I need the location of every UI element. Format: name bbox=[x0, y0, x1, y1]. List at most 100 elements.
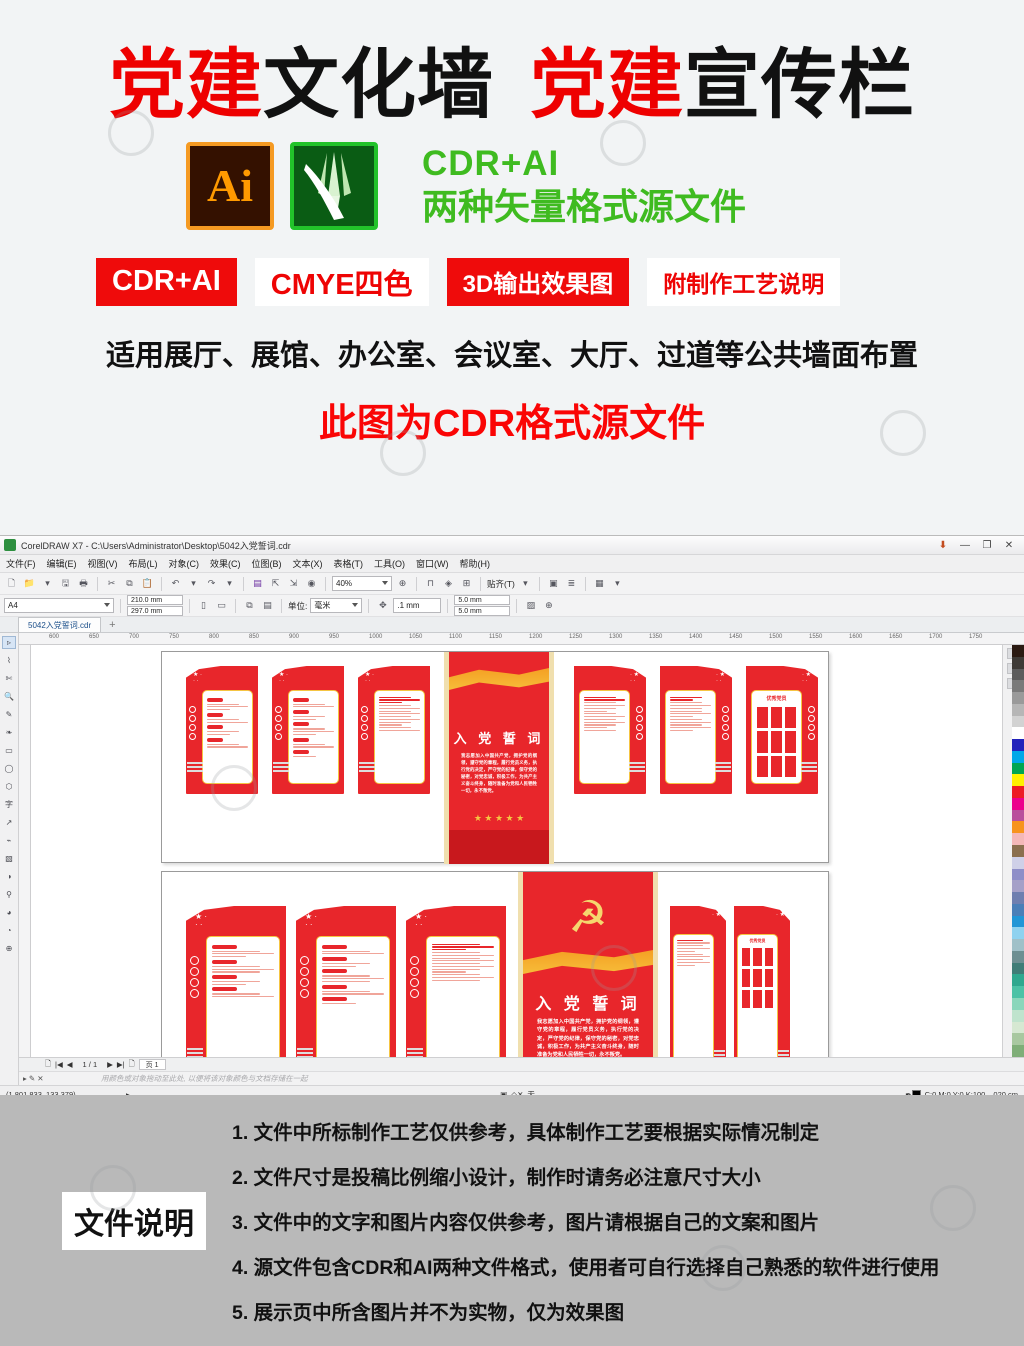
photo-cell[interactable] bbox=[764, 969, 773, 987]
menu-item-edit[interactable]: 编辑(E) bbox=[47, 557, 77, 570]
info-board-left-2[interactable]: ★ · · · bbox=[272, 666, 344, 794]
tool-ellipse-tool[interactable]: ◯ bbox=[2, 762, 16, 775]
info-board-outstanding-members[interactable]: · ★ · · 优秀党员 bbox=[746, 666, 818, 794]
duplicate-offset-x-field[interactable]: 5.0 mm bbox=[454, 595, 511, 605]
tool-polygon-tool[interactable]: ⬡ bbox=[2, 780, 16, 793]
swatch[interactable] bbox=[1012, 703, 1024, 716]
tool-color-eyedropper-tool[interactable]: ⚲ bbox=[2, 888, 16, 901]
import-icon[interactable]: ▤ bbox=[250, 576, 265, 591]
menu-item-window[interactable]: 窗口(W) bbox=[416, 557, 449, 570]
swatch[interactable] bbox=[1012, 774, 1024, 787]
info-board-right-1[interactable]: · ★ · · bbox=[574, 666, 646, 794]
swatch[interactable] bbox=[1012, 750, 1024, 763]
export-icon[interactable]: ⇱ bbox=[268, 576, 283, 591]
swatch[interactable] bbox=[1012, 786, 1024, 798]
photo-cell[interactable] bbox=[757, 755, 768, 777]
swatch[interactable] bbox=[1012, 892, 1024, 904]
color-palette[interactable] bbox=[1012, 645, 1024, 1057]
swatch[interactable] bbox=[1012, 986, 1024, 998]
photo-cell[interactable] bbox=[785, 707, 796, 729]
object-manager-icon[interactable]: ≣ bbox=[564, 576, 579, 591]
nudge-field[interactable]: .1 mm bbox=[393, 598, 442, 613]
show-rulers-icon[interactable]: ⊓ bbox=[423, 576, 438, 591]
swatch[interactable] bbox=[1012, 1021, 1024, 1034]
info-board-left-1-zoom[interactable]: ★ · · · bbox=[186, 906, 286, 1057]
tool-connector-tool[interactable]: ⌁ bbox=[2, 834, 16, 847]
swatch[interactable] bbox=[1012, 797, 1024, 810]
menu-item-layout[interactable]: 布局(L) bbox=[129, 557, 158, 570]
duplicate-offset-y-field[interactable]: 5.0 mm bbox=[454, 606, 511, 616]
cut-icon[interactable]: ✂ bbox=[104, 576, 119, 591]
show-guidelines-icon[interactable]: ⊞ bbox=[459, 576, 474, 591]
tool-smart-fill-tool[interactable]: ◔ bbox=[2, 924, 16, 937]
info-board-right-2-zoom[interactable]: · ★ 优秀党员 bbox=[734, 906, 790, 1057]
swatch[interactable] bbox=[1012, 845, 1024, 857]
artboard-page-bottom[interactable]: ★ · · · ★ · · · ★ · · · ☭ 入 党 誓 词 我志愿加入中… bbox=[161, 871, 829, 1057]
info-board-left-3[interactable]: ★ · · · bbox=[358, 666, 430, 794]
open-icon[interactable]: 📁 bbox=[22, 576, 37, 591]
swatch[interactable] bbox=[1012, 868, 1024, 881]
photo-cell[interactable] bbox=[757, 707, 768, 729]
chevron-down-icon[interactable]: ▾ bbox=[186, 576, 201, 591]
swatch[interactable] bbox=[1012, 739, 1024, 751]
drawing-canvas[interactable]: ★ · · · ★ · · · ★ · · · 入 党 誓 词 我志愿加入中国共… bbox=[31, 645, 1002, 1057]
copy-icon[interactable]: ⧉ bbox=[122, 576, 137, 591]
swatch[interactable] bbox=[1012, 645, 1024, 657]
fullscreen-preview-icon[interactable]: ⊕ bbox=[395, 576, 410, 591]
swatch[interactable] bbox=[1012, 880, 1024, 893]
photo-cell[interactable] bbox=[771, 707, 782, 729]
paste-icon[interactable]: 📋 bbox=[140, 576, 155, 591]
redo-icon[interactable]: ↷ bbox=[204, 576, 219, 591]
next-page-button[interactable]: ▶ bbox=[107, 1060, 113, 1069]
chevron-down-icon[interactable]: ▾ bbox=[610, 576, 625, 591]
swatch[interactable] bbox=[1012, 727, 1024, 740]
swatch[interactable] bbox=[1012, 1045, 1024, 1057]
swatch[interactable] bbox=[1012, 821, 1024, 834]
photo-cell[interactable] bbox=[742, 990, 751, 1008]
oath-panel-top[interactable]: 入 党 誓 词 我志愿加入中国共产党，拥护党的纲领，遵守党的章程，履行党员义务，… bbox=[444, 652, 554, 864]
photo-cell[interactable] bbox=[764, 948, 773, 966]
application-launcher-icon[interactable]: ▦ bbox=[592, 576, 607, 591]
photo-cell[interactable] bbox=[753, 969, 762, 987]
prev-page-button[interactable]: ◀ bbox=[67, 1060, 73, 1069]
swatch[interactable] bbox=[1012, 939, 1024, 951]
tool-crop-tool[interactable]: ✄ bbox=[2, 672, 16, 685]
publish-pdf-icon[interactable]: ◉ bbox=[304, 576, 319, 591]
swatch[interactable] bbox=[1012, 656, 1024, 669]
last-page-button[interactable]: ▶| bbox=[117, 1060, 125, 1069]
swatch[interactable] bbox=[1012, 809, 1024, 822]
photo-cell[interactable] bbox=[771, 731, 782, 753]
menu-item-file[interactable]: 文件(F) bbox=[6, 557, 36, 570]
photo-cell[interactable] bbox=[757, 731, 768, 753]
tool-pick-tool[interactable]: ▹ bbox=[2, 636, 16, 649]
snap-to-label[interactable]: 贴齐(T) bbox=[487, 578, 515, 590]
swatch[interactable] bbox=[1012, 997, 1024, 1010]
new-icon[interactable]: 🗋 bbox=[4, 576, 19, 591]
photo-cell[interactable] bbox=[771, 755, 782, 777]
tool-parallel-dimension-tool[interactable]: ↗ bbox=[2, 816, 16, 829]
swatch[interactable] bbox=[1012, 903, 1024, 916]
tool-text-tool[interactable]: 字 bbox=[2, 798, 16, 811]
add-document-icon[interactable]: + bbox=[109, 619, 115, 631]
photo-cell[interactable] bbox=[742, 948, 751, 966]
photo-cell[interactable] bbox=[753, 990, 762, 1008]
page-height-field[interactable]: 297.0 mm bbox=[127, 606, 183, 616]
menu-item-help[interactable]: 帮助(H) bbox=[460, 557, 491, 570]
swatch[interactable] bbox=[1012, 680, 1024, 693]
page-size-combo[interactable]: A4 bbox=[4, 598, 114, 613]
chevron-down-icon[interactable]: ▾ bbox=[518, 576, 533, 591]
menu-item-object[interactable]: 对象(C) bbox=[169, 557, 200, 570]
new-page-icon[interactable]: 🗋 bbox=[129, 1058, 135, 1071]
oath-panel-bottom[interactable]: ☭ 入 党 誓 词 我志愿加入中国共产党，拥护党的纲领，遵守党的章程，履行党员义… bbox=[518, 872, 658, 1057]
chevron-down-icon[interactable]: ▾ bbox=[40, 576, 55, 591]
swatch[interactable] bbox=[1012, 962, 1024, 975]
units-combo[interactable]: 毫米 bbox=[310, 598, 363, 613]
menu-item-view[interactable]: 视图(V) bbox=[88, 557, 118, 570]
tool-interactive-fill-tool[interactable]: ◕ bbox=[2, 906, 16, 919]
menu-item-effects[interactable]: 效果(C) bbox=[210, 557, 241, 570]
swatch[interactable] bbox=[1012, 715, 1024, 728]
close-button[interactable]: ✕ bbox=[998, 537, 1020, 553]
menu-item-bitmaps[interactable]: 位图(B) bbox=[252, 557, 282, 570]
info-board-right-2[interactable]: · ★ · · bbox=[660, 666, 732, 794]
show-grid-icon[interactable]: ◈ bbox=[441, 576, 456, 591]
